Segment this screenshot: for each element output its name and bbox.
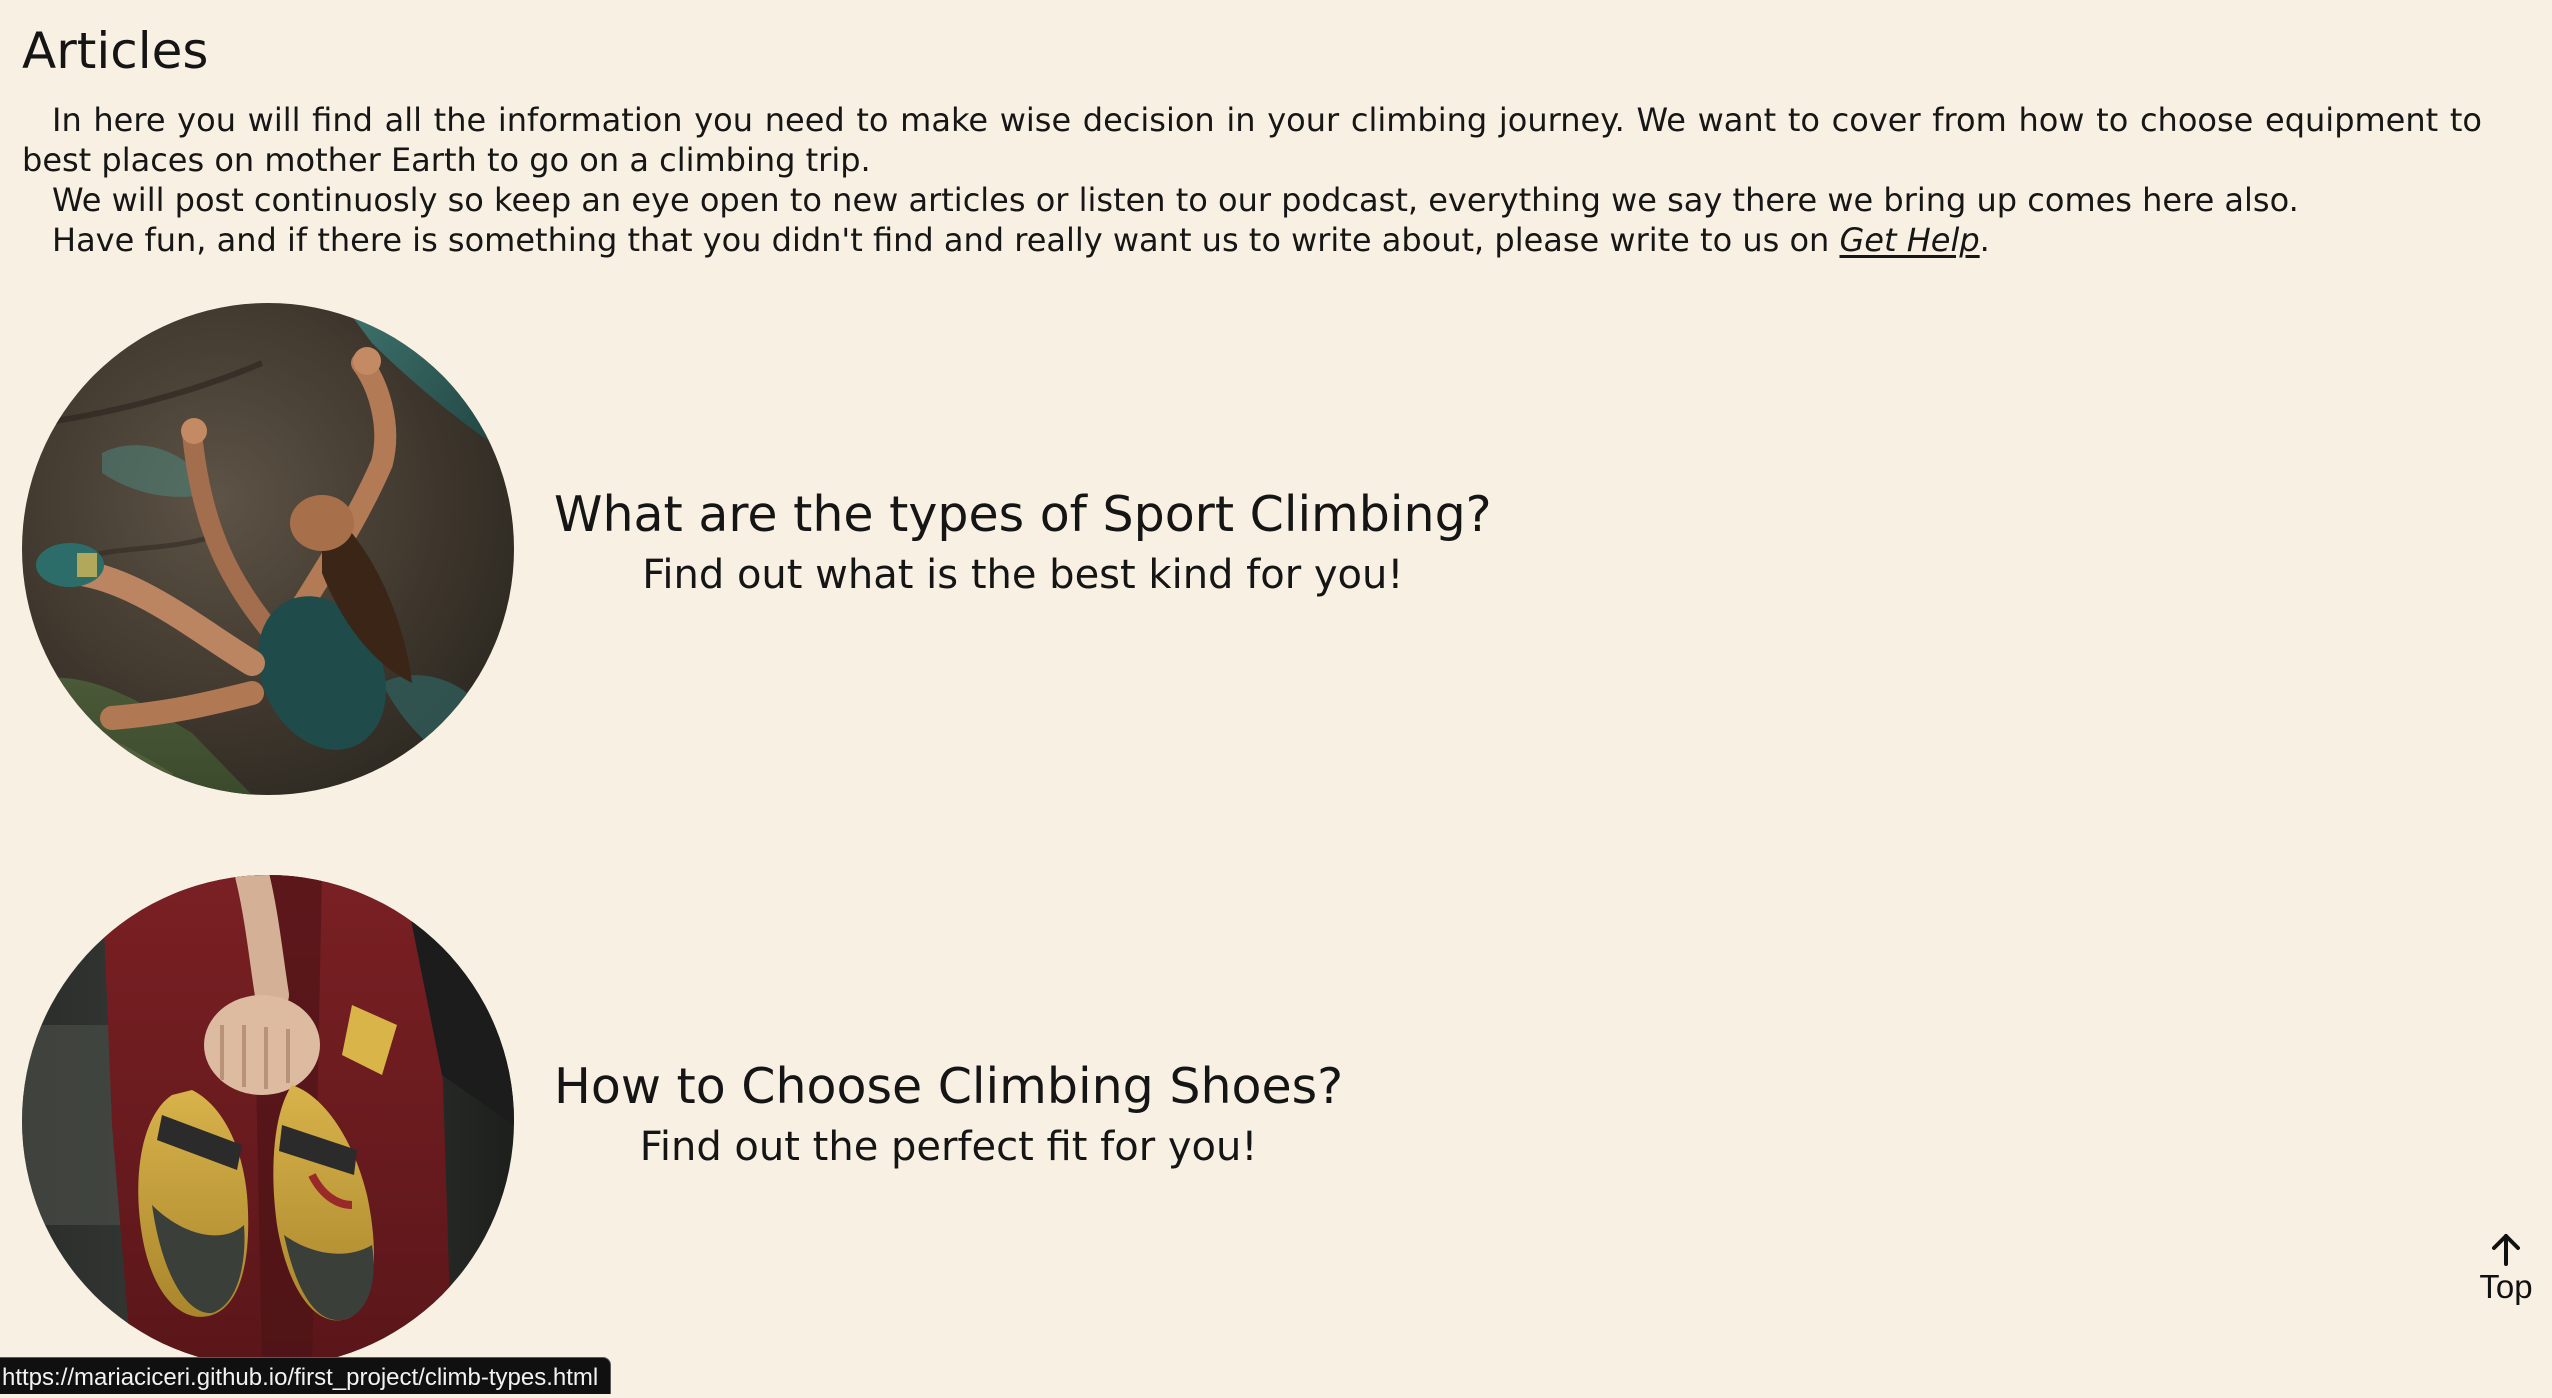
back-to-top-label: Top — [2479, 1268, 2533, 1305]
intro-paragraph-1: In here you will find all the informatio… — [22, 101, 2482, 179]
article-subtitle: Find out the perfect fit for you! — [639, 1124, 1258, 1170]
article-subtitle: Find out what is the best kind for you! — [642, 552, 1404, 598]
back-to-top-button[interactable]: Top — [2474, 1232, 2538, 1306]
article-text-climbing-shoes[interactable]: How to Choose Climbing Shoes? Find out t… — [554, 1055, 1343, 1175]
arrow-up-icon — [2492, 1234, 2520, 1266]
article-image-shoes[interactable] — [22, 875, 514, 1367]
articles-page: Articles In here you will find all the i… — [0, 0, 2552, 1394]
article-image-climber[interactable] — [22, 303, 514, 795]
page-title: Articles — [22, 22, 209, 80]
intro-paragraph-3-end: . — [1979, 221, 1990, 259]
article-title[interactable]: How to Choose Climbing Shoes? — [554, 1055, 1343, 1119]
article-card-climbing-shoes[interactable]: How to Choose Climbing Shoes? Find out t… — [22, 875, 1522, 1367]
status-bar-url: https://mariaciceri.github.io/first_proj… — [0, 1357, 612, 1394]
intro-paragraph-2: We will post continuosly so keep an eye … — [52, 181, 2299, 219]
intro-text: In here you will find all the informatio… — [22, 100, 2482, 260]
article-text-sport-climbing[interactable]: What are the types of Sport Climbing? Fi… — [554, 483, 1492, 603]
article-card-sport-climbing[interactable]: What are the types of Sport Climbing? Fi… — [22, 303, 1522, 795]
intro-paragraph-3: Have fun, and if there is something that… — [22, 220, 2482, 260]
article-title[interactable]: What are the types of Sport Climbing? — [554, 483, 1492, 547]
get-help-link[interactable]: Get Help — [1839, 221, 1979, 259]
intro-paragraph-3-text: Have fun, and if there is something that… — [52, 221, 1840, 259]
